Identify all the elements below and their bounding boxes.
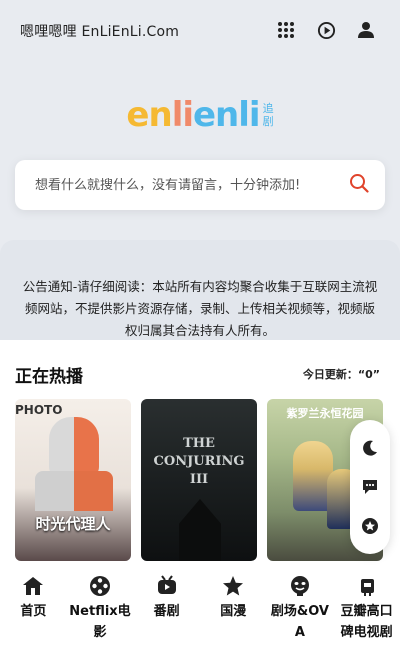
- nav-item-douban-tv[interactable]: 豆瓣高口碑电视剧: [333, 570, 400, 649]
- logo-subtitle: 追 剧: [262, 102, 274, 128]
- nav-item-home[interactable]: 首页: [0, 570, 67, 649]
- grid-icon[interactable]: [276, 20, 296, 40]
- card-top-text: PHOTO: [15, 403, 63, 417]
- nav-label: 首页: [20, 604, 47, 619]
- star-icon: [222, 575, 244, 597]
- bilibili-tv-icon: [156, 575, 178, 597]
- card-row: PHOTO 时光代理人 THE CONJURING III 紫罗兰永恒花园: [15, 399, 383, 561]
- media-card[interactable]: THE CONJURING III: [141, 399, 257, 561]
- floating-toolbar: [350, 420, 390, 554]
- nav-item-ova[interactable]: 剧场&OVA: [267, 570, 334, 649]
- media-card[interactable]: PHOTO 时光代理人: [15, 399, 131, 561]
- card-title: THE CONJURING III: [153, 436, 245, 487]
- site-logo[interactable]: enlienli 追 剧: [0, 92, 400, 138]
- play-circle-icon[interactable]: [316, 20, 336, 40]
- card-art: [179, 499, 221, 561]
- nav-label: 豆瓣高口碑电视剧: [340, 604, 393, 640]
- header-icons: [276, 20, 376, 40]
- star-icon[interactable]: [360, 516, 380, 536]
- section-title: 正在热播: [15, 366, 83, 387]
- search-box: [15, 160, 385, 210]
- search-icon[interactable]: [349, 173, 369, 197]
- nav-label: 番剧: [153, 604, 180, 619]
- moon-icon[interactable]: [360, 438, 380, 458]
- notice-panel: 公告通知-请仔细阅读：本站所有内容均聚合收集于互联网主流视频网站，不提供影片资源…: [0, 240, 400, 340]
- search-input[interactable]: [35, 177, 349, 193]
- card-art: [49, 417, 99, 477]
- nav-label: 国漫: [220, 604, 247, 619]
- update-count: 今日更新：“0”: [302, 368, 380, 381]
- card-art: [35, 471, 113, 511]
- nav-label: 剧场&OVA: [270, 604, 329, 640]
- user-icon[interactable]: [356, 20, 376, 40]
- mask-icon: [289, 575, 311, 597]
- card-title: 紫罗兰永恒花园: [286, 407, 364, 420]
- nav-item-netflix[interactable]: Netflix电影: [67, 570, 134, 649]
- card-title: 时光代理人: [35, 515, 111, 533]
- bottom-nav: 首页 Netflix电影 番剧 国漫 剧场&OVA 豆瓣高口碑电视剧: [0, 570, 400, 649]
- nav-item-guoman[interactable]: 国漫: [200, 570, 267, 649]
- tv-icon: [356, 575, 378, 597]
- notice-text: 公告通知-请仔细阅读：本站所有内容均聚合收集于互联网主流视频网站，不提供影片资源…: [22, 279, 378, 338]
- site-name[interactable]: 嗯哩嗯哩 EnLiEnLi.Com: [20, 21, 179, 41]
- chat-icon[interactable]: [360, 477, 380, 497]
- hot-section: 正在热播 今日更新：“0” PHOTO 时光代理人 THE CONJURING …: [0, 340, 400, 570]
- nav-item-anime[interactable]: 番剧: [133, 570, 200, 649]
- logo-wordmark: enlienli: [126, 95, 260, 135]
- section-header: 正在热播 今日更新：“0”: [15, 362, 380, 387]
- home-icon: [22, 575, 44, 597]
- nav-label: Netflix电影: [69, 604, 131, 640]
- film-reel-icon: [89, 575, 111, 597]
